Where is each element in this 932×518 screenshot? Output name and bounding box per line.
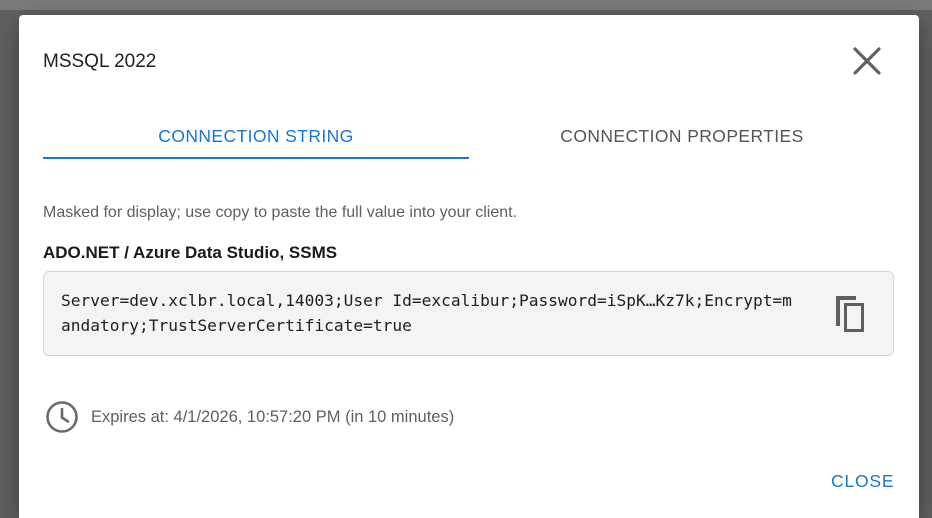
close-icon-button[interactable] xyxy=(847,41,887,81)
copy-button[interactable] xyxy=(830,292,872,336)
tab-bar: CONNECTION STRING CONNECTION PROPERTIES xyxy=(43,115,895,161)
dialog-title: MSSQL 2022 xyxy=(43,51,157,72)
connection-dialog: MSSQL 2022 CONNECTION STRING CONNECTION … xyxy=(19,15,919,518)
copy-icon xyxy=(836,296,864,332)
clock-icon xyxy=(46,401,78,433)
masked-note: Masked for display; use copy to paste th… xyxy=(43,204,518,221)
close-icon xyxy=(853,47,881,75)
tab-connection-string[interactable]: CONNECTION STRING xyxy=(43,115,469,159)
active-tab-indicator xyxy=(43,157,469,159)
expiry-text: Expires at: 4/1/2026, 10:57:20 PM (in 10… xyxy=(91,407,455,426)
section-label: ADO.NET / Azure Data Studio, SSMS xyxy=(43,243,338,262)
close-button[interactable]: CLOSE xyxy=(831,471,894,492)
expiry-row: Expires at: 4/1/2026, 10:57:20 PM (in 10… xyxy=(45,399,454,435)
tab-connection-properties[interactable]: CONNECTION PROPERTIES xyxy=(469,115,895,159)
backdrop-top-bar xyxy=(0,0,932,10)
connection-string-text[interactable]: Server=dev.xclbr.local,14003;User Id=exc… xyxy=(61,288,801,338)
connection-string-box: Server=dev.xclbr.local,14003;User Id=exc… xyxy=(43,271,894,356)
